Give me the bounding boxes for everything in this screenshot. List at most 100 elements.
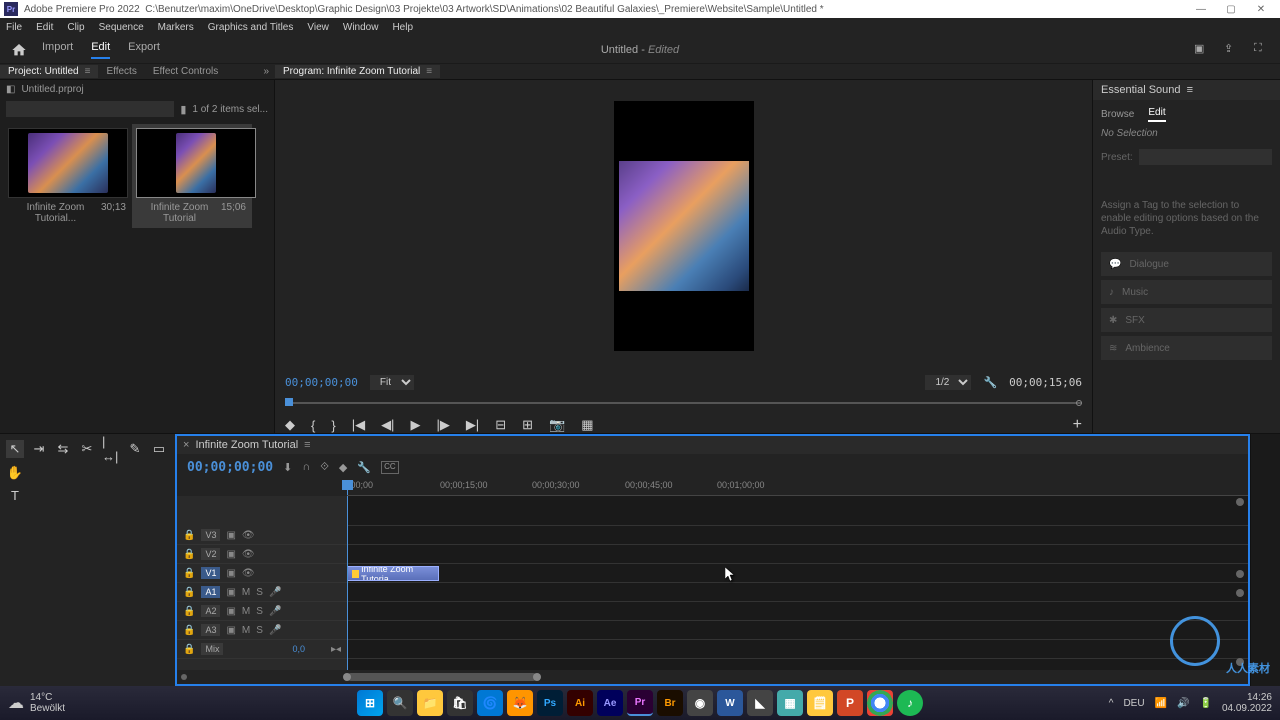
lock-icon[interactable]: 🔒 bbox=[183, 530, 195, 541]
type-dialogue-button[interactable]: 💬Dialogue bbox=[1101, 252, 1272, 276]
target-icon[interactable]: ▣ bbox=[226, 587, 235, 598]
panel-menu-icon[interactable]: ≡ bbox=[85, 66, 91, 77]
eye-icon[interactable]: 👁 bbox=[242, 568, 255, 579]
menu-graphics[interactable]: Graphics and Titles bbox=[208, 22, 294, 33]
preset-dropdown[interactable] bbox=[1139, 149, 1272, 165]
lock-icon[interactable]: 🔒 bbox=[183, 625, 195, 636]
mark-out-left-icon[interactable]: { bbox=[311, 418, 315, 433]
menu-window[interactable]: Window bbox=[343, 22, 379, 33]
target-icon[interactable]: ▣ bbox=[226, 606, 235, 617]
type-ambience-button[interactable]: ≋Ambience bbox=[1101, 336, 1272, 360]
app-icon-generic[interactable]: ◉ bbox=[687, 690, 713, 716]
project-search-input[interactable] bbox=[6, 101, 174, 117]
mark-out-right-icon[interactable]: } bbox=[331, 418, 335, 433]
timeline-tracks-area[interactable]: Infinite Zoom Tutoria bbox=[347, 496, 1248, 670]
panel-tab-project[interactable]: Project: Untitled≡ bbox=[0, 65, 98, 78]
ess-tab-browse[interactable]: Browse bbox=[1101, 109, 1134, 122]
language-indicator[interactable]: DEU bbox=[1123, 698, 1144, 709]
audio-meters[interactable] bbox=[1250, 434, 1280, 686]
track-select-tool-icon[interactable]: ⇥ bbox=[30, 440, 48, 458]
premiere-icon[interactable]: Pr bbox=[627, 690, 653, 716]
type-tool-icon[interactable]: T bbox=[6, 486, 24, 504]
lift-icon[interactable]: ⊟ bbox=[495, 417, 506, 433]
magnet-icon[interactable]: ∩ bbox=[302, 461, 310, 474]
start-button[interactable]: ⊞ bbox=[357, 690, 383, 716]
compare-icon[interactable]: ▦ bbox=[581, 417, 593, 433]
bridge-icon[interactable]: Br bbox=[657, 690, 683, 716]
hand-tool-icon[interactable]: ✋ bbox=[6, 464, 24, 482]
go-to-out-icon[interactable]: ▶| bbox=[466, 417, 479, 433]
program-monitor[interactable] bbox=[275, 80, 1092, 371]
lock-icon[interactable]: 🔒 bbox=[183, 587, 195, 598]
app-icon-generic[interactable]: ▦ bbox=[777, 690, 803, 716]
app-icon-generic[interactable]: ◣ bbox=[747, 690, 773, 716]
workspace-export[interactable]: Export bbox=[128, 41, 160, 59]
file-explorer-icon[interactable]: 📁 bbox=[417, 690, 443, 716]
target-icon[interactable]: ▣ bbox=[226, 625, 235, 636]
panel-menu-icon[interactable]: ≡ bbox=[426, 66, 432, 77]
button-editor-icon[interactable]: + bbox=[1073, 416, 1082, 434]
timeline-zoom-bar[interactable] bbox=[347, 670, 1248, 684]
menu-help[interactable]: Help bbox=[392, 22, 413, 33]
snap-icon[interactable]: ⬇ bbox=[283, 461, 292, 474]
razor-tool-icon[interactable]: ✂ bbox=[78, 440, 96, 458]
panel-menu-icon[interactable]: ≡ bbox=[1187, 84, 1193, 96]
aftereffects-icon[interactable]: Ae bbox=[597, 690, 623, 716]
menu-clip[interactable]: Clip bbox=[67, 22, 84, 33]
step-back-icon[interactable]: ◀| bbox=[381, 417, 394, 433]
project-item[interactable]: Infinite Zoom Tutorial...30;13 bbox=[8, 128, 128, 224]
pen-tool-icon[interactable]: ✎ bbox=[126, 440, 144, 458]
type-music-button[interactable]: ♪Music bbox=[1101, 280, 1272, 304]
mark-in-icon[interactable]: ◆ bbox=[285, 417, 295, 433]
track-header-v1[interactable]: 🔒V1▣👁 bbox=[177, 564, 347, 583]
illustrator-icon[interactable]: Ai bbox=[567, 690, 593, 716]
timeline-timecode[interactable]: 00;00;00;00 bbox=[187, 460, 273, 475]
photoshop-icon[interactable]: Ps bbox=[537, 690, 563, 716]
wifi-icon[interactable]: 📶 bbox=[1155, 698, 1167, 709]
panel-menu-icon[interactable]: ≡ bbox=[304, 439, 310, 451]
tray-chevron-icon[interactable]: ^ bbox=[1109, 698, 1114, 709]
rectangle-tool-icon[interactable]: ▭ bbox=[150, 440, 168, 458]
store-icon[interactable]: 🛍 bbox=[447, 690, 473, 716]
track-header-a1[interactable]: 🔒A1▣MS🎤 bbox=[177, 583, 347, 602]
close-icon[interactable]: × bbox=[183, 439, 189, 451]
project-breadcrumb[interactable]: ◧ Untitled.prproj bbox=[0, 80, 274, 98]
lock-icon[interactable]: 🔒 bbox=[183, 606, 195, 617]
go-to-in-icon[interactable]: |◀ bbox=[352, 417, 365, 433]
workspace-edit[interactable]: Edit bbox=[91, 41, 110, 59]
spotify-icon[interactable]: ♪ bbox=[897, 690, 923, 716]
sequence-name[interactable]: Infinite Zoom Tutorial bbox=[195, 439, 298, 451]
lock-icon[interactable]: 🔒 bbox=[183, 568, 195, 579]
selection-tool-icon[interactable]: ↖ bbox=[6, 440, 24, 458]
lock-icon[interactable]: 🔒 bbox=[183, 549, 195, 560]
notes-icon[interactable]: 🗒 bbox=[807, 690, 833, 716]
step-forward-icon[interactable]: |▶ bbox=[436, 417, 449, 433]
resolution-dropdown[interactable]: 1/2 bbox=[925, 375, 971, 390]
timeline-clip[interactable]: Infinite Zoom Tutoria bbox=[347, 566, 439, 581]
track-header-a2[interactable]: 🔒A2▣MS🎤 bbox=[177, 602, 347, 621]
program-playbar[interactable] bbox=[285, 398, 1082, 408]
project-item-selected[interactable]: Infinite Zoom Tutorial15;06 bbox=[132, 124, 252, 228]
eye-icon[interactable]: 👁 bbox=[242, 549, 255, 560]
track-header-mix[interactable]: 🔒Mix0,0▸◂ bbox=[177, 640, 347, 659]
slip-tool-icon[interactable]: |↔| bbox=[102, 440, 120, 458]
eye-icon[interactable]: 👁 bbox=[242, 530, 255, 541]
panel-tab-effect-controls[interactable]: Effect Controls bbox=[145, 65, 226, 78]
panel-collapse-icon[interactable]: » bbox=[263, 66, 269, 77]
ess-tab-edit[interactable]: Edit bbox=[1148, 107, 1165, 122]
powerpoint-icon[interactable]: P bbox=[837, 690, 863, 716]
timeline-playhead-line[interactable] bbox=[347, 496, 348, 670]
workspace-import[interactable]: Import bbox=[42, 41, 73, 59]
extract-icon[interactable]: ⊞ bbox=[522, 417, 533, 433]
weather-widget[interactable]: ☁ 14°CBewölkt bbox=[8, 692, 65, 714]
export-frame-icon[interactable]: 📷 bbox=[549, 417, 565, 433]
type-sfx-button[interactable]: ✱SFX bbox=[1101, 308, 1272, 332]
track-header-v3[interactable]: 🔒V3▣👁 bbox=[177, 526, 347, 545]
bin-back-icon[interactable]: ◧ bbox=[6, 84, 15, 95]
chevron-right-icon[interactable]: ▸◂ bbox=[331, 644, 341, 655]
zoom-fit-dropdown[interactable]: Fit bbox=[370, 375, 414, 390]
voiceover-icon[interactable]: 🎤 bbox=[269, 587, 281, 598]
minimize-button[interactable]: — bbox=[1186, 1, 1216, 17]
chrome-icon[interactable] bbox=[867, 690, 893, 716]
program-timecode-in[interactable]: 00;00;00;00 bbox=[285, 376, 358, 389]
